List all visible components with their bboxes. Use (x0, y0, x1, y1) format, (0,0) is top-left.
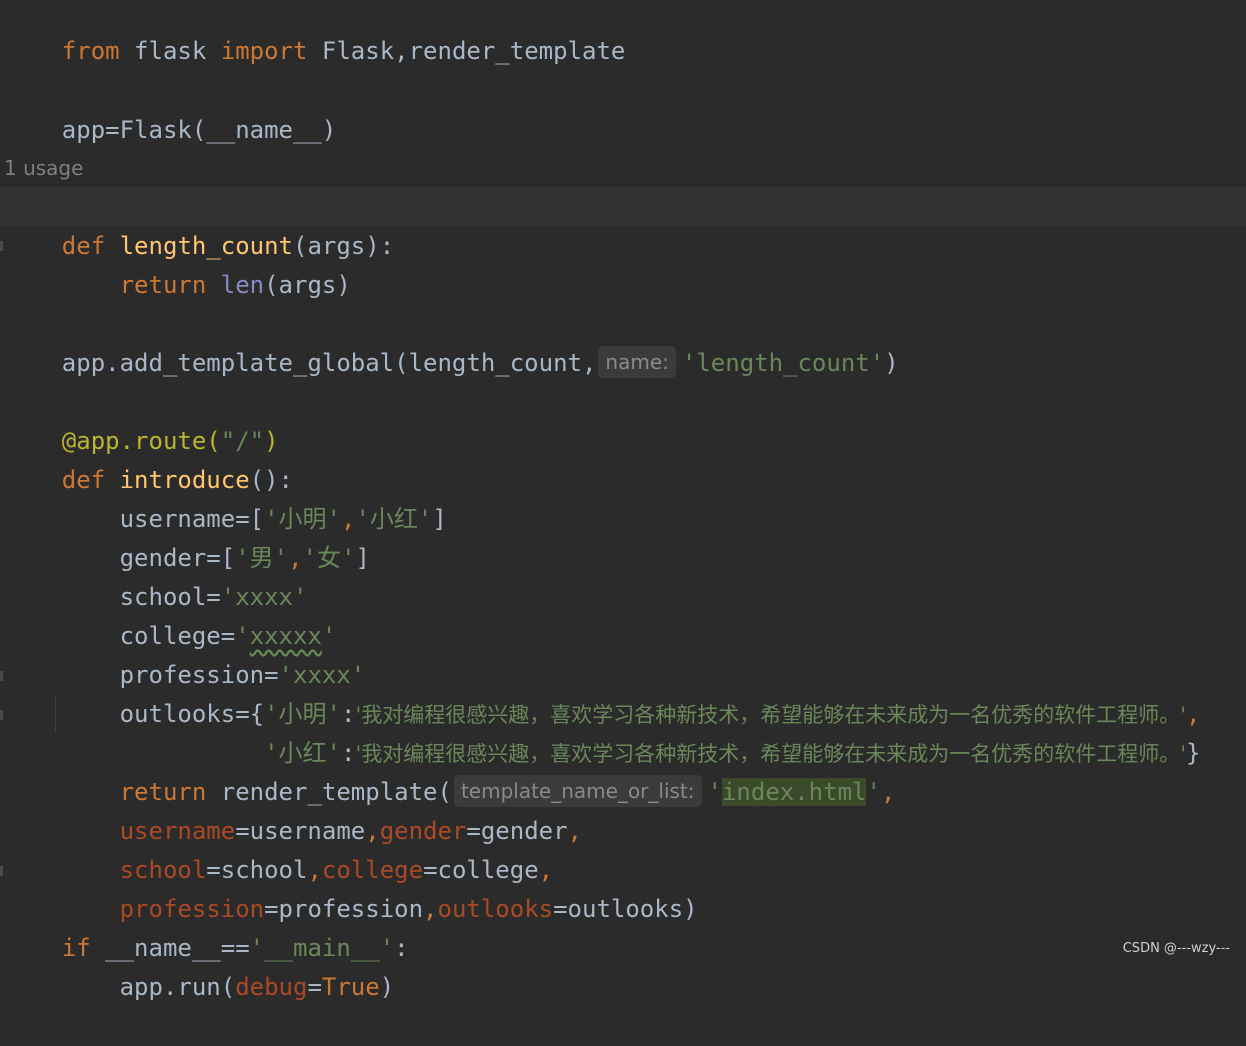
gutter-marker (0, 241, 3, 251)
module-name: flask (119, 37, 221, 65)
string-quote: ' (866, 778, 881, 806)
code-text: : (394, 934, 409, 962)
comma: , (567, 817, 582, 845)
code-line-18[interactable]: profession=profession,outlooks=outlooks) (4, 851, 698, 923)
code-line-1[interactable]: from flask import Flask,render_template (4, 0, 626, 65)
code-line-8[interactable]: username=['小明','小红'] (4, 461, 447, 533)
parameter-hint: name: (598, 346, 676, 378)
code-line-4[interactable]: return len(args) (4, 227, 351, 299)
code-editor[interactable]: from flask import Flask,render_template … (0, 0, 1246, 1001)
code-text: app=Flask(__name__) (61, 116, 337, 144)
gutter-marker (0, 866, 3, 876)
code-line-14[interactable]: '小红':'我对编程很感兴趣，喜欢学习各种新技术，希望能够在未来成为一名优秀的软… (4, 695, 1200, 767)
code-line-5[interactable]: app.add_template_global(length_count, nam… (4, 305, 899, 378)
keyword: True (321, 973, 380, 1001)
highlighted-string: index.html (721, 778, 867, 806)
code-text: ) (884, 349, 899, 377)
code-line-7[interactable]: def introduce(): (4, 422, 293, 494)
comma: , (423, 895, 438, 923)
builtin-name: len (220, 271, 265, 299)
code-line-12[interactable]: profession='xxxx' (4, 617, 366, 689)
code-line-13[interactable]: outlooks={'小明':'我对编程很感兴趣，喜欢学习各种新技术，希望能够在… (4, 656, 1201, 728)
code-line-2[interactable]: app=Flask(__name__) (4, 72, 337, 144)
code-line-3[interactable]: def length_count(args): (4, 188, 394, 260)
code-line-11[interactable]: college='xxxxx' (4, 578, 337, 650)
keyword: return (119, 271, 207, 299)
code-text: app.run( (61, 973, 236, 1001)
code-line-15[interactable]: return render_template(template_name_or_… (4, 734, 895, 807)
code-text: = (307, 973, 322, 1001)
code-line-20[interactable]: app.run(debug=True) (4, 929, 395, 1001)
code-line-9[interactable]: gender=['男','女'] (4, 500, 370, 572)
usage-hint[interactable]: 1 usage (4, 156, 83, 180)
code-line-19[interactable]: if __name__=='__main__': (4, 890, 409, 962)
code-text: app.add_template_global(length_count, (61, 349, 597, 377)
gutter-marker (0, 671, 3, 681)
string-literal: 'length_count' (681, 349, 885, 377)
code-line-6[interactable]: @app.route("/") (4, 383, 279, 455)
code-line-10[interactable]: school='xxxx' (4, 539, 308, 611)
import-names: Flask,render_template (307, 37, 626, 65)
code-text: ) (379, 973, 395, 1001)
comma: , (880, 778, 896, 806)
code-text: ] (355, 544, 370, 572)
code-text: =outlooks) (553, 895, 698, 923)
code-line-16[interactable]: username=username,gender=gender, (4, 773, 582, 845)
keyword: import (220, 37, 308, 65)
string-quote: ' (707, 778, 722, 806)
code-text: } (1186, 739, 1201, 767)
watermark: CSDN @---wzy--- (1122, 941, 1230, 956)
gutter-marker (0, 710, 3, 720)
code-text: ] (432, 505, 447, 533)
code-text: (args) (264, 271, 351, 299)
keyword-argument: outlooks (437, 895, 554, 923)
keyword-argument: debug (235, 973, 308, 1001)
string-literal: '女' (302, 544, 356, 572)
keyword: from (61, 37, 120, 65)
code-line-17[interactable]: school=school,college=college, (4, 812, 554, 884)
